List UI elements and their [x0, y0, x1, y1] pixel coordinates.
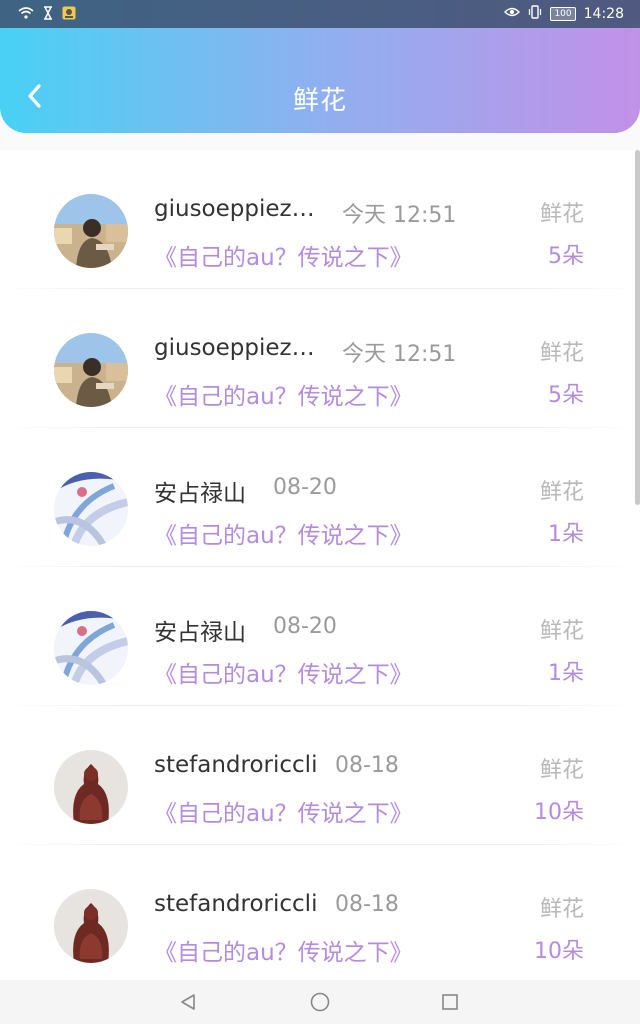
record-time: 08-18	[335, 753, 399, 778]
record-time: 08-18	[335, 892, 399, 917]
status-bar: 100 14:28	[0, 0, 640, 28]
list-item[interactable]: stefandroriccli 08-18 《自己的au？传说之下》 鲜花 10…	[0, 706, 640, 845]
work-title[interactable]: 《自己的au？传说之下》	[154, 655, 413, 689]
wifi-icon	[18, 6, 34, 24]
hourglass-icon	[42, 6, 54, 24]
header-bar: 100 14:28 鲜花	[0, 0, 640, 133]
gift-count: 5朵	[548, 383, 584, 408]
swirl-art-icon	[54, 611, 128, 685]
person-photo-icon	[54, 194, 128, 268]
user-name: giusoeppieza...	[154, 335, 326, 361]
gift-count: 5朵	[548, 244, 584, 269]
user-name: 安占禄山	[154, 481, 246, 507]
avatar[interactable]	[54, 889, 128, 963]
list-item[interactable]: giusoeppieza... 今天 12:51 《自己的au？传说之下》 鲜花…	[0, 289, 640, 428]
page-title: 鲜花	[292, 86, 347, 116]
avatar[interactable]	[54, 472, 128, 546]
user-name: stefandroriccli	[154, 752, 318, 778]
user-name: giusoeppieza...	[154, 196, 326, 222]
gift-type: 鲜花	[539, 202, 584, 227]
avatar[interactable]	[54, 194, 128, 268]
eye-comfort-icon	[504, 6, 521, 22]
gift-count: 10朵	[534, 800, 584, 825]
scrollbar[interactable]	[635, 150, 640, 505]
list-item[interactable]: 安占禄山 08-20 《自己的au？传说之下》 鲜花 1朵	[0, 567, 640, 706]
statue-photo-icon	[54, 889, 128, 963]
work-title[interactable]: 《自己的au？传说之下》	[154, 238, 413, 272]
status-time: 14:28	[583, 6, 624, 22]
gift-type: 鲜花	[539, 341, 584, 366]
vibrate-icon	[528, 5, 542, 23]
work-title[interactable]: 《自己的au？传说之下》	[154, 377, 413, 411]
battery-indicator: 100	[550, 7, 576, 21]
avatar[interactable]	[54, 333, 128, 407]
gift-type: 鲜花	[539, 758, 584, 783]
nav-recents-button[interactable]	[438, 990, 462, 1014]
gift-count: 1朵	[548, 661, 584, 686]
work-title[interactable]: 《自己的au？传说之下》	[154, 516, 413, 550]
system-nav-bar	[0, 980, 640, 1024]
recents-square-icon	[442, 994, 458, 1010]
home-circle-icon	[310, 992, 330, 1012]
statue-photo-icon	[54, 750, 128, 824]
back-triangle-icon	[181, 994, 195, 1010]
app-root: 100 14:28 鲜花 giusoeppieza... 今天 12:51 《自…	[0, 0, 640, 1024]
swirl-art-icon	[54, 472, 128, 546]
nav-home-button[interactable]	[308, 990, 332, 1014]
gift-type: 鲜花	[539, 619, 584, 644]
app-notification-icon	[62, 6, 76, 24]
work-title[interactable]: 《自己的au？传说之下》	[154, 933, 413, 967]
user-name: 安占禄山	[154, 620, 246, 646]
status-left	[18, 6, 76, 24]
gift-record-list: giusoeppieza... 今天 12:51 《自己的au？传说之下》 鲜花…	[0, 150, 640, 980]
list-item[interactable]: stefandroriccli 08-18 《自己的au？传说之下》 鲜花 10…	[0, 845, 640, 980]
gift-count: 10朵	[534, 939, 584, 964]
avatar[interactable]	[54, 750, 128, 824]
status-right: 100 14:28	[504, 5, 624, 23]
avatar[interactable]	[54, 611, 128, 685]
work-title[interactable]: 《自己的au？传说之下》	[154, 794, 413, 828]
record-time: 今天 12:51	[342, 203, 457, 228]
record-time: 08-20	[273, 614, 337, 639]
gift-type: 鲜花	[539, 897, 584, 922]
list-item[interactable]: 安占禄山 08-20 《自己的au？传说之下》 鲜花 1朵	[0, 428, 640, 567]
gift-type: 鲜花	[539, 480, 584, 505]
gift-count: 1朵	[548, 522, 584, 547]
list-item[interactable]: giusoeppieza... 今天 12:51 《自己的au？传说之下》 鲜花…	[0, 150, 640, 289]
record-time: 今天 12:51	[342, 342, 457, 367]
record-time: 08-20	[273, 475, 337, 500]
person-photo-icon	[54, 333, 128, 407]
nav-back-button[interactable]	[176, 990, 200, 1014]
user-name: stefandroriccli	[154, 891, 318, 917]
